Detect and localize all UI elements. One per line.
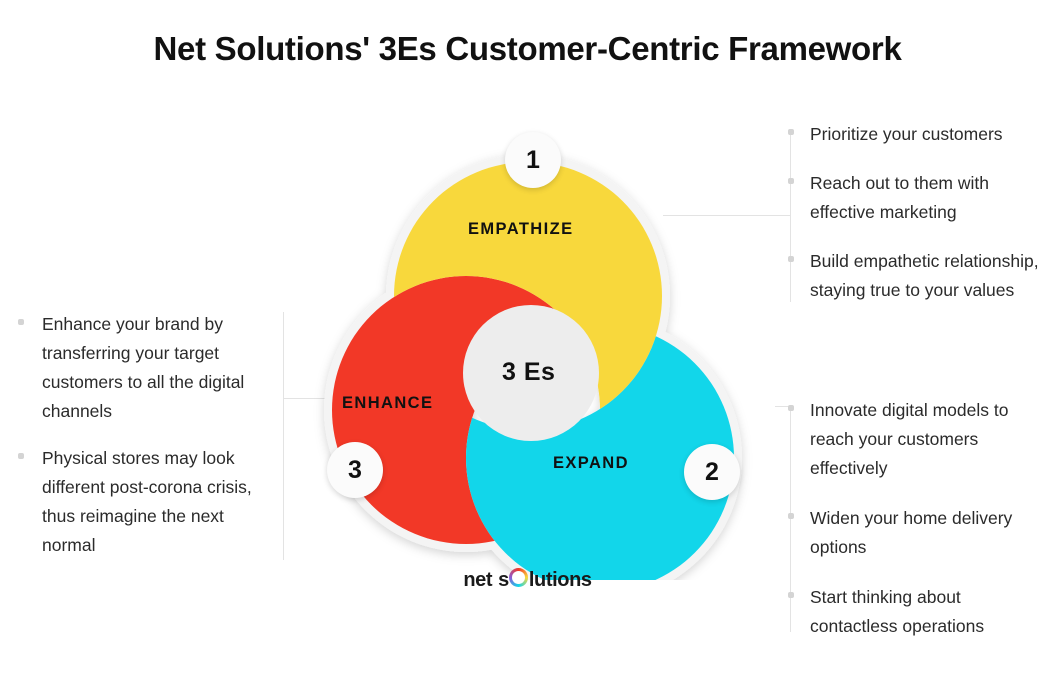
step-badge-2[interactable]: 2 [684,444,740,500]
step-badge-3[interactable]: 3 [327,442,383,498]
bullet-group-empathize: Prioritize your customers Reach out to t… [788,120,1042,305]
logo-o-icon [509,568,528,587]
bullet-dot-icon [788,592,794,598]
bullet-text: Reach out to them with effective marketi… [810,173,989,222]
bullet-text: Physical stores may look different post-… [42,448,252,555]
list-item: Enhance your brand by transferring your … [18,310,274,426]
net-solutions-logo: net s lutions [0,568,1055,592]
connector-line-empathize-vertical [790,130,791,302]
three-es-diagram: EMPATHIZE ENHANCE EXPAND 3 Es 1 2 3 [300,110,760,580]
bullet-group-enhance: Enhance your brand by transferring your … [18,310,274,560]
list-item: Widen your home delivery options [788,504,1042,562]
logo-word-lutions: lutions [528,569,592,591]
list-item: Reach out to them with effective marketi… [788,169,1042,227]
bullet-dot-icon [788,405,794,411]
center-label: 3 Es [502,358,556,386]
bullet-dot-icon [18,319,24,325]
bullet-text: Enhance your brand by transferring your … [42,314,245,421]
bullet-dot-icon [788,129,794,135]
connector-line-expand-vertical [790,406,791,632]
lobe-label-expand: EXPAND [553,454,629,472]
page-title: Net Solutions' 3Es Customer-Centric Fram… [153,30,902,67]
infographic-canvas: Net Solutions' 3Es Customer-Centric Fram… [0,0,1055,700]
bullet-group-expand: Innovate digital models to reach your cu… [788,396,1042,641]
bullet-text: Prioritize your customers [810,124,1003,144]
bullet-dot-icon [18,453,24,459]
logo-word-net: net [463,569,493,591]
bullet-text: Innovate digital models to reach your cu… [810,400,1009,478]
list-item: Physical stores may look different post-… [18,444,274,560]
connector-line-enhance-vertical [283,312,284,560]
bullet-dot-icon [788,256,794,262]
lobe-label-enhance: ENHANCE [342,394,434,412]
logo-word-s: s [498,569,509,591]
list-item: Innovate digital models to reach your cu… [788,396,1042,483]
bullet-text: Widen your home delivery options [810,508,1013,557]
bullet-dot-icon [788,513,794,519]
bullet-text: Build empathetic relationship, staying t… [810,251,1039,300]
step-badge-1[interactable]: 1 [505,132,561,188]
lobe-label-empathize: EMPATHIZE [468,220,574,238]
list-item: Prioritize your customers [788,120,1042,149]
bullet-dot-icon [788,178,794,184]
list-item: Build empathetic relationship, staying t… [788,247,1042,305]
